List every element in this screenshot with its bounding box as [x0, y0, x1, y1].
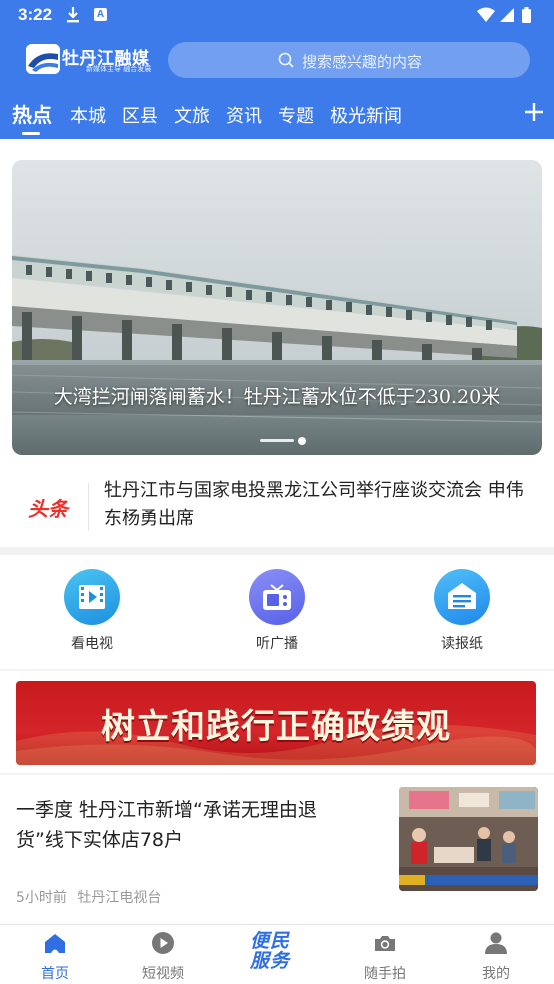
- battery-icon: [522, 7, 531, 23]
- news-thumbnail[interactable]: [399, 787, 538, 891]
- news-meta: 5小时前 牡丹江电视台: [16, 887, 161, 907]
- top-headline[interactable]: 头条 牡丹江市与国家电投黑龙江公司举行座谈交流会 申伟东杨勇出席: [0, 469, 554, 547]
- play-circle-icon: [152, 932, 174, 954]
- status-time: 3:22: [18, 5, 53, 24]
- signal-icon: [500, 8, 514, 22]
- headline-tag: 头条: [28, 497, 68, 521]
- add-channel-icon[interactable]: [522, 100, 546, 124]
- brand-slogan: 新媒体主导 融合发展: [86, 65, 152, 73]
- tab-topics[interactable]: 专题: [278, 102, 314, 128]
- newspaper-icon: [434, 569, 490, 625]
- radio-icon: [249, 569, 305, 625]
- carousel-indicator-inactive: [260, 439, 294, 442]
- a-icon: A: [94, 8, 107, 21]
- nav-home-label: 首页: [41, 966, 69, 982]
- bottom-nav: 首页 短视频 便民 服务 随手拍 我的: [0, 924, 554, 984]
- image-carousel[interactable]: 大湾拦河闸落闸蓄水！牡丹江蓄水位不低于230.20米: [12, 160, 542, 455]
- status-bar: 3:22 A: [0, 0, 554, 30]
- app-screen: 3:22 A 牡丹江融媒 新媒体主导 融合发展 搜索感兴趣的内容 热点 本城 区…: [0, 0, 554, 984]
- quick-links: 看电视 听广播 读报纸: [0, 555, 554, 669]
- news-title[interactable]: 一季度 牡丹江市新增“承诺无理由退货”线下实体店78户: [16, 795, 356, 855]
- nav-mine[interactable]: 我的: [451, 931, 541, 982]
- home-icon: [45, 934, 65, 953]
- news-item[interactable]: 一季度 牡丹江市新增“承诺无理由退货”线下实体店78户 5小时前 牡丹江电视台: [0, 775, 554, 924]
- nav-convenience-service[interactable]: 便民 服务: [230, 931, 310, 977]
- top-card: 大湾拦河闸落闸蓄水！牡丹江蓄水位不低于230.20米 头条 牡丹江市与国家电投黑…: [0, 139, 554, 547]
- camera-icon: [375, 936, 395, 951]
- quick-link-radio-label: 听广播: [256, 636, 298, 652]
- news-source: 牡丹江电视台: [77, 890, 162, 906]
- quick-link-newspaper[interactable]: 读报纸: [422, 569, 502, 659]
- tab-aurora-news[interactable]: 极光新闻: [330, 102, 402, 128]
- nav-short-video-label: 短视频: [142, 966, 184, 982]
- quick-link-newspaper-label: 读报纸: [441, 636, 483, 652]
- tab-info[interactable]: 资讯: [226, 102, 262, 128]
- feed: 大湾拦河闸落闸蓄水！牡丹江蓄水位不低于230.20米 头条 牡丹江市与国家电投黑…: [0, 139, 554, 924]
- tab-hot[interactable]: 热点: [12, 99, 52, 128]
- carousel-caption[interactable]: 大湾拦河闸落闸蓄水！牡丹江蓄水位不低于230.20米: [12, 382, 542, 409]
- tab-culture-tourism[interactable]: 文旅: [174, 102, 210, 128]
- search-placeholder: 搜索感兴趣的内容: [302, 53, 423, 71]
- quick-link-radio[interactable]: 听广播: [237, 569, 317, 659]
- nav-mine-label: 我的: [482, 966, 510, 982]
- user-icon: [485, 932, 507, 954]
- nav-service-line2: 服务: [249, 950, 290, 972]
- promo-banner[interactable]: 树立和践行正确政绩观: [16, 681, 536, 765]
- status-right-icons: [477, 7, 531, 23]
- logo-mark-icon: [26, 44, 60, 74]
- nav-snapshot-label: 随手拍: [364, 966, 406, 982]
- tab-districts[interactable]: 区县: [122, 102, 158, 128]
- nav-snapshot[interactable]: 随手拍: [340, 931, 430, 982]
- quick-link-tv[interactable]: 看电视: [52, 569, 132, 659]
- brand-logo[interactable]: 牡丹江融媒 新媒体主导 融合发展: [26, 44, 156, 78]
- dam-photo: [12, 160, 542, 455]
- nav-service-line1: 便民: [249, 930, 290, 952]
- quick-link-tv-label: 看电视: [71, 636, 113, 652]
- nav-short-video[interactable]: 短视频: [118, 931, 208, 982]
- search-bar[interactable]: 搜索感兴趣的内容: [168, 42, 530, 78]
- headline-divider: [88, 483, 89, 531]
- tv-video-icon: [64, 569, 120, 625]
- tab-local-city[interactable]: 本城: [70, 102, 106, 128]
- promo-text: 树立和践行正确政绩观: [101, 707, 451, 747]
- tab-active-indicator: [22, 132, 40, 135]
- carousel-indicator-active: [298, 437, 306, 445]
- nav-home[interactable]: 首页: [10, 931, 100, 982]
- headline-text[interactable]: 牡丹江市与国家电投黑龙江公司举行座谈交流会 申伟东杨勇出席: [104, 477, 534, 533]
- promo-card: 树立和践行正确政绩观: [0, 671, 554, 773]
- news-time: 5小时前: [16, 890, 67, 906]
- search-icon: [278, 52, 294, 68]
- wifi-icon: [477, 7, 495, 22]
- download-icon: [67, 7, 79, 23]
- app-header: 3:22 A 牡丹江融媒 新媒体主导 融合发展 搜索感兴趣的内容 热点 本城 区…: [0, 0, 554, 139]
- channel-tabs: 热点 本城 区县 文旅 资讯 专题 极光新闻: [0, 98, 554, 138]
